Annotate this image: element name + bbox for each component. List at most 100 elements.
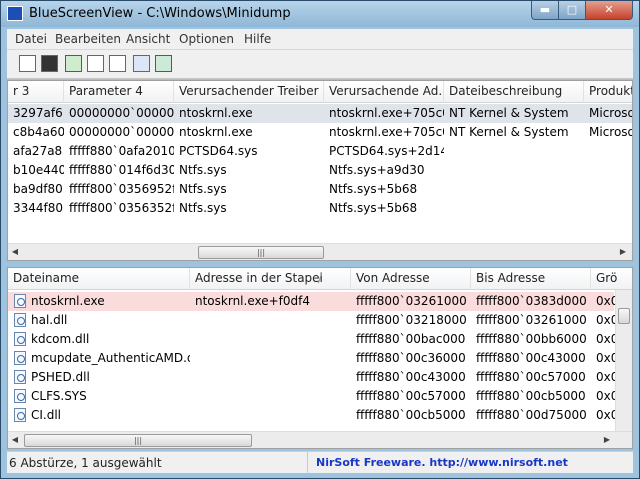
cell-address: PCTSD64.sys+2d148 [329,144,444,158]
cell-description [444,161,584,180]
col-description[interactable]: Dateibeschreibung [444,81,584,103]
scroll-right-icon[interactable]: ▶ [618,247,628,256]
menu-ansicht[interactable]: Ansicht [126,32,170,46]
menu-datei[interactable]: Datei [15,32,47,46]
properties-icon[interactable] [109,55,126,72]
crash-list-hscrollbar[interactable]: ◀ ||| ▶ [8,243,632,260]
cell-parameter3: afa27a8 [13,144,63,158]
cell-filename: CLFS.SYS [31,389,87,403]
module-list[interactable]: Dateiname Adresse in der Stapel / Von Ad… [7,267,633,449]
app-icon [7,6,23,21]
menu-bar: Datei Bearbeiten Ansicht Optionen Hilfe [7,29,633,50]
table-row[interactable]: afa27a8 fffff880`0afa2010 PCTSD64.sys PCTSD… [8,142,632,161]
cell-from-address: fffff880`00cb5000 [356,408,466,422]
table-row[interactable]: PSHED.dll fffff880`00c43000 fffff880`00c57… [8,368,615,387]
col-stack-address[interactable]: Adresse in der Stapel / [190,268,351,290]
minimize-button[interactable]: ▬ [531,1,559,20]
scroll-left-icon[interactable]: ◀ [10,435,20,444]
save-icon[interactable] [41,55,58,72]
cell-parameter3: 3344f80 [13,201,64,215]
scroll-thumb[interactable]: ||| [198,246,324,259]
col-from-address[interactable]: Von Adresse [351,268,471,290]
table-row[interactable]: hal.dll fffff800`03218000 fffff800`0326100… [8,311,615,330]
scroll-right-icon[interactable]: ▶ [602,435,612,444]
cell-parameter4: fffff880`014f6d30 [69,163,174,177]
cell-size: 0x0 [596,332,615,346]
col-product[interactable]: Produkt [584,81,632,103]
table-row[interactable]: 3344f80 fffff800`0356352f Ntfs.sys Ntfs.sys… [8,199,632,218]
cell-to-address: fffff880`00c57000 [476,370,586,384]
crash-list[interactable]: r 3 Parameter 4 Verursachender Treiber V… [7,80,633,261]
table-row[interactable]: 3297af6 00000000`000000... ntoskrnl.exe nto… [8,104,632,123]
window-title: BlueScreenView - C:\Windows\Minidump [29,6,291,21]
scroll-left-icon[interactable]: ◀ [10,247,20,256]
cell-address: ntoskrnl.exe+705c0 [329,106,444,120]
cell-filename: CI.dll [31,408,62,422]
table-row[interactable]: ba9df80 fffff800`0356952f Ntfs.sys Ntfs.sys… [8,180,632,199]
cell-size: 0x0 [596,408,615,422]
cell-address: Ntfs.sys+a9d30 [329,163,425,177]
title-bar[interactable]: BlueScreenView - C:\Windows\Minidump ▬ □… [1,1,639,27]
cell-size: 0x0 [596,370,615,384]
html-report-icon[interactable] [19,55,36,72]
cell-filename: kdcom.dll [31,332,90,346]
table-row[interactable]: b10e440 fffff880`014f6d30 Ntfs.sys Ntfs.sys… [8,161,632,180]
table-row[interactable]: CI.dll fffff880`00cb5000 fffff880`00d75000… [8,406,615,425]
col-driver[interactable]: Verursachender Treiber [174,81,324,103]
cell-size: 0x0 [596,351,615,365]
table-row[interactable]: mcupdate_AuthenticAMD.dll fffff880`00c360… [8,349,615,368]
cell-product [584,142,632,161]
cell-from-address: fffff880`00bac000 [356,332,466,346]
module-file-icon [14,351,26,365]
col-address[interactable]: Verursachende Ad... [324,81,444,103]
table-row[interactable]: CLFS.SYS fffff880`00c57000 fffff880`00cb50… [8,387,615,406]
cell-to-address: fffff880`00d75000 [476,408,587,422]
cell-description [444,180,584,199]
col-parameter3[interactable]: r 3 [8,81,64,103]
cell-stack-address [190,349,351,368]
close-button[interactable]: ✕ [585,1,633,20]
cell-description [444,142,584,161]
table-row[interactable]: c8b4a60 00000000`000000... ntoskrnl.exe nto… [8,123,632,142]
cell-stack-address: ntoskrnl.exe+f0df4 [195,294,311,308]
cell-product [584,180,632,199]
cell-stack-address [190,368,351,387]
cell-driver: PCTSD64.sys [179,144,258,158]
scroll-thumb[interactable]: ||| [24,434,252,447]
cell-filename: hal.dll [31,313,68,327]
cell-product [584,161,632,180]
menu-hilfe[interactable]: Hilfe [244,32,271,46]
module-list-vscrollbar[interactable] [615,290,632,432]
col-filename[interactable]: Dateiname [8,268,190,290]
copy-icon[interactable] [87,55,104,72]
cell-stack-address [190,311,351,330]
cell-from-address: fffff880`00c36000 [356,351,466,365]
app-window: BlueScreenView - C:\Windows\Minidump ▬ □… [0,0,640,479]
cell-driver: ntoskrnl.exe [179,125,253,139]
cell-to-address: fffff880`00cb5000 [476,389,586,403]
cell-size: 0x0 [596,313,615,327]
vscroll-thumb[interactable] [618,308,630,324]
col-size[interactable]: Grö [591,268,632,290]
cell-filename: PSHED.dll [31,370,90,384]
module-list-hscrollbar[interactable]: ◀ ||| ▶ [8,431,632,448]
col-parameter4[interactable]: Parameter 4 [64,81,174,103]
col-to-address[interactable]: Bis Adresse [471,268,591,290]
menu-bearbeiten[interactable]: Bearbeiten [55,32,121,46]
table-row[interactable]: kdcom.dll fffff880`00bac000 fffff880`00bb6… [8,330,615,349]
exit-icon[interactable] [155,55,172,72]
table-row[interactable]: ntoskrnl.exe ntoskrnl.exe+f0df4 fffff800`0… [8,292,615,311]
menu-optionen[interactable]: Optionen [179,32,234,46]
refresh-icon[interactable] [65,55,82,72]
cell-driver: Ntfs.sys [179,163,227,177]
cell-parameter3: c8b4a60 [13,125,64,139]
maximize-button[interactable]: □ [558,1,586,20]
module-file-icon [14,332,26,346]
cell-from-address: fffff800`03261000 [356,294,467,308]
cell-from-address: fffff880`00c57000 [356,389,466,403]
find-icon[interactable] [133,55,150,72]
module-file-icon [14,313,26,327]
cell-driver: Ntfs.sys [179,182,227,196]
col-stack-address-label: Adresse in der Stapel [195,271,323,285]
nirsoft-link[interactable]: NirSoft Freeware. http://www.nirsoft.net [307,452,633,474]
